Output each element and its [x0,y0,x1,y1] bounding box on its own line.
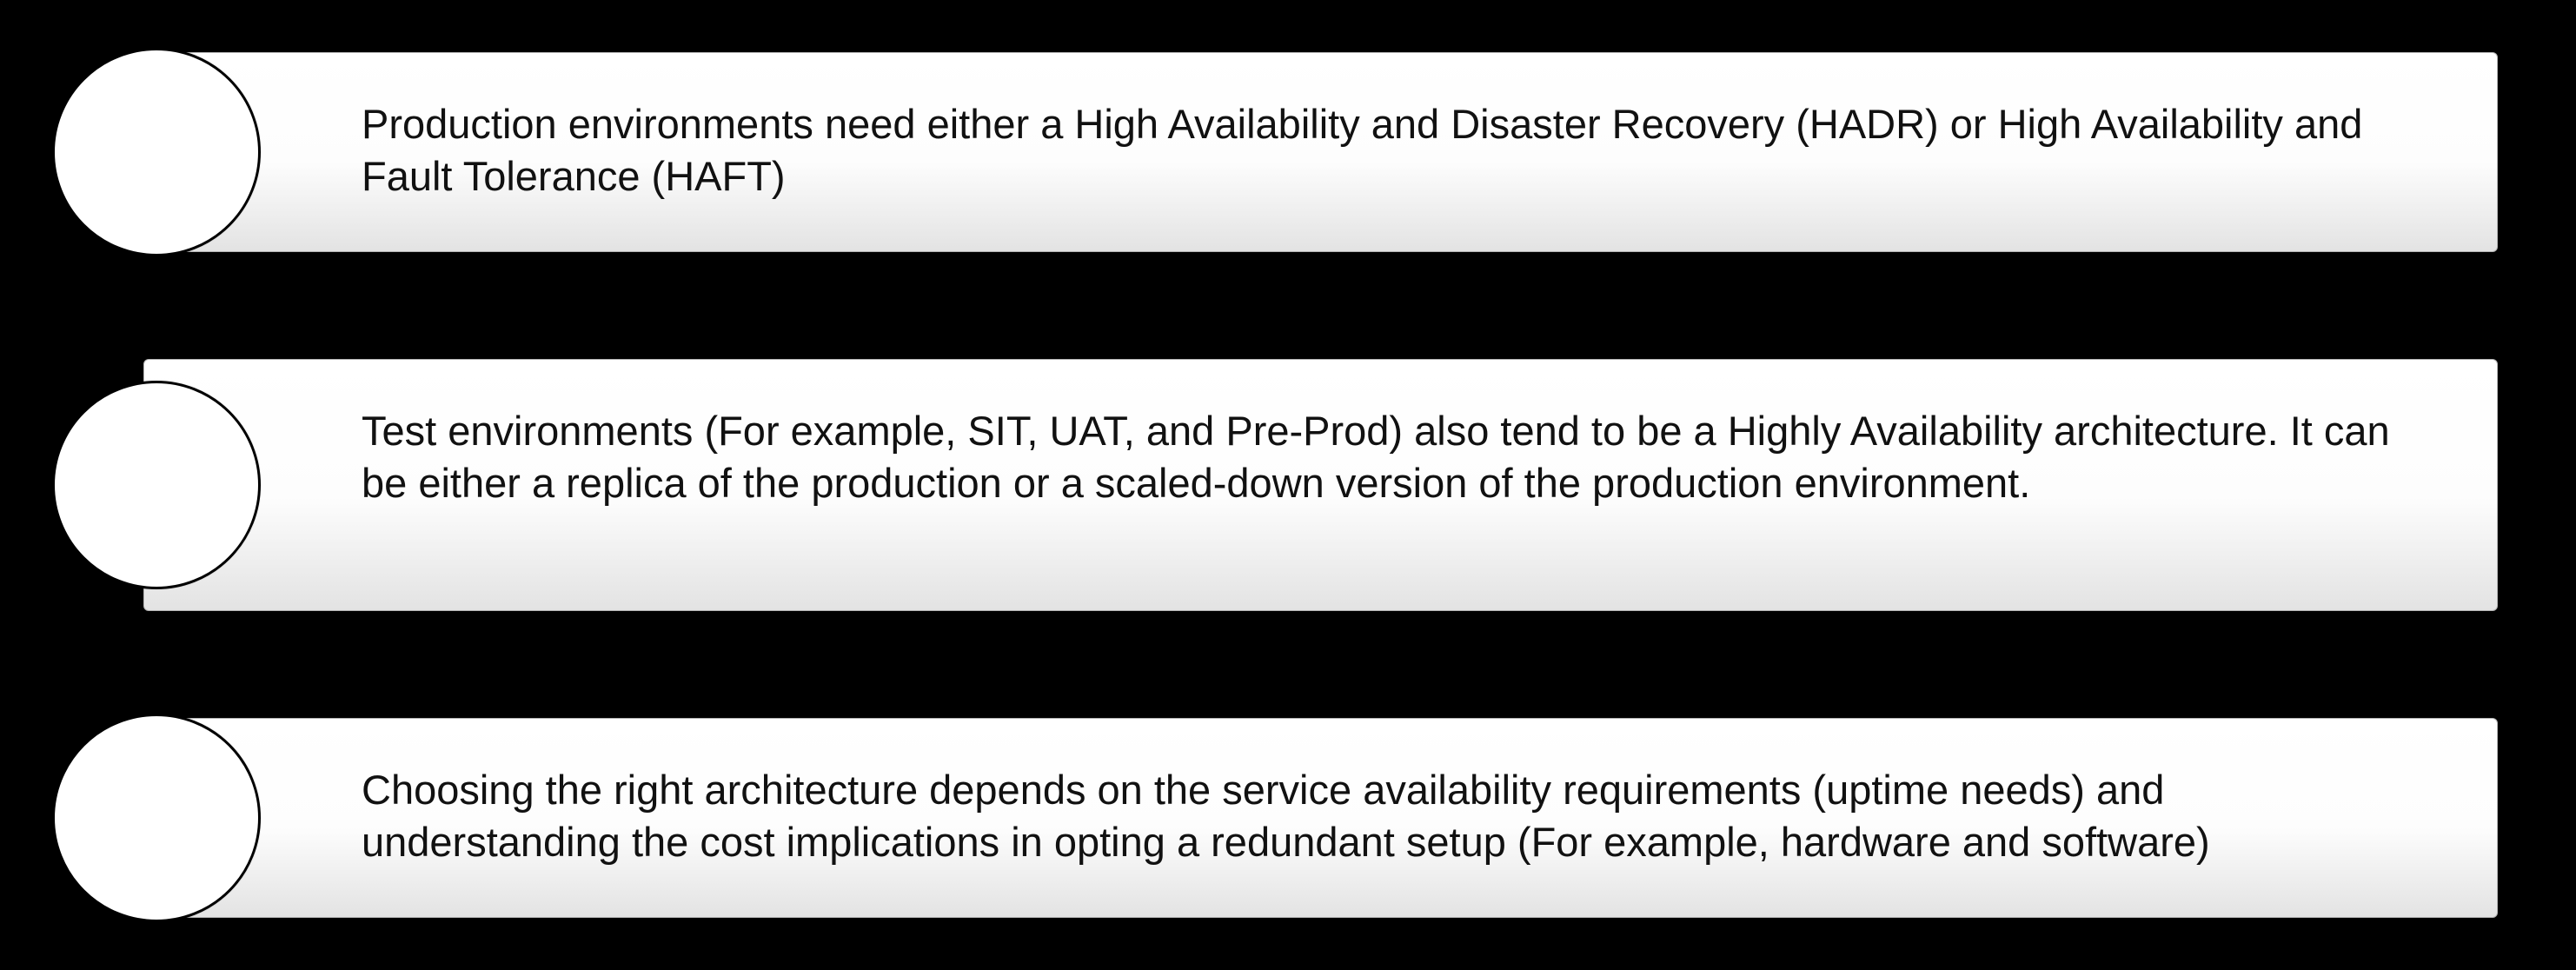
text-production: Production environments need either a Hi… [362,98,2393,203]
bar-production: Production environments need either a Hi… [143,52,2498,252]
text-choosing-architecture: Choosing the right architecture depends … [362,764,2393,868]
bullet-circle-2 [52,381,261,589]
text-test-environments: Test environments (For example, SIT, UAT… [362,405,2393,509]
bullet-circle-1 [52,48,261,256]
row-test-environments: Test environments (For example, SIT, UAT… [52,359,2498,611]
bullet-circle-3 [52,714,261,922]
diagram-stage: Production environments need either a Hi… [0,0,2576,970]
row-choosing-architecture: Choosing the right architecture depends … [52,718,2498,918]
bar-test-environments: Test environments (For example, SIT, UAT… [143,359,2498,611]
row-production: Production environments need either a Hi… [52,52,2498,252]
bar-choosing-architecture: Choosing the right architecture depends … [143,718,2498,918]
